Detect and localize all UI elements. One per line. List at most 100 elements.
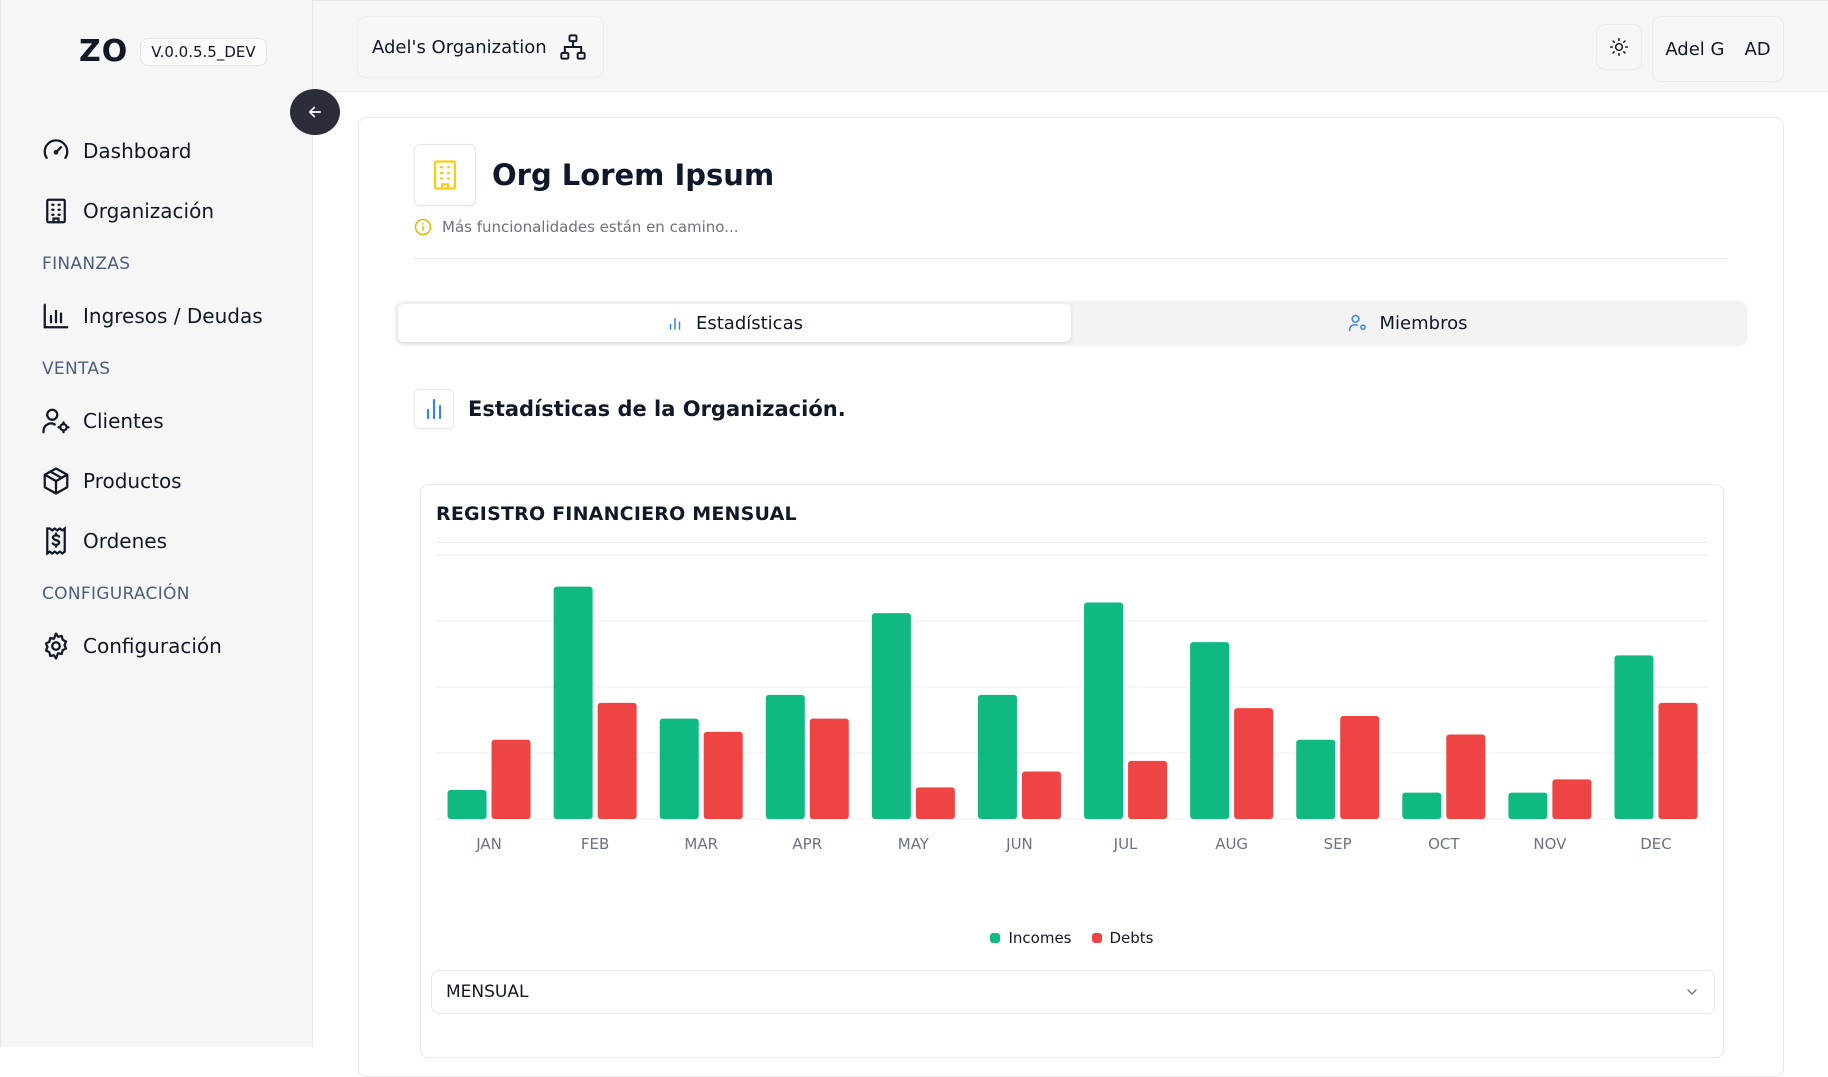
- sidebar-item-label: Productos: [83, 469, 182, 493]
- user-name: Adel G: [1665, 38, 1725, 60]
- x-tick-label: DEC: [1640, 835, 1672, 853]
- sidebar: ZO V.0.0.5.5_DEV Dashboard Organización …: [0, 0, 313, 1047]
- bar-incomes-nov[interactable]: [1508, 792, 1548, 819]
- chevron-down-icon: [1687, 989, 1697, 995]
- org-header: Org Lorem Ipsum: [414, 144, 774, 206]
- x-tick-label: FEB: [581, 835, 609, 853]
- stats-icon-box: [414, 389, 454, 429]
- bar-debts-feb[interactable]: [597, 702, 637, 819]
- sidebar-item-label: Ordenes: [83, 529, 168, 553]
- x-tick-label: MAY: [898, 835, 930, 853]
- section-label-configuracion: CONFIGURACIÓN: [42, 584, 190, 604]
- bar-incomes-oct[interactable]: [1402, 792, 1442, 819]
- sidebar-item-organizacion[interactable]: Organización: [41, 196, 214, 226]
- gear-icon: [44, 632, 68, 660]
- sidebar-item-ingresos-deudas[interactable]: Ingresos / Deudas: [41, 301, 263, 331]
- page-title: Org Lorem Ipsum: [492, 158, 775, 192]
- tab-miembros[interactable]: Miembros: [1071, 304, 1744, 342]
- sun-icon: [1609, 37, 1629, 57]
- x-tick-label: MAR: [684, 835, 718, 853]
- period-select-value: MENSUAL: [446, 982, 529, 1002]
- main-card: Org Lorem Ipsum Más funcionalidades está…: [358, 117, 1784, 1077]
- period-select[interactable]: MENSUAL: [431, 970, 1715, 1014]
- bar-incomes-may[interactable]: [871, 613, 911, 819]
- sidebar-item-dashboard[interactable]: Dashboard: [41, 136, 192, 166]
- section-title: Estadísticas de la Organización.: [468, 397, 846, 421]
- organization-switcher[interactable]: Adel's Organization: [358, 17, 603, 77]
- sidebar-item-ordenes[interactable]: Ordenes: [41, 526, 167, 556]
- tab-estadisticas[interactable]: Estadísticas: [398, 304, 1071, 342]
- bar-debts-jan[interactable]: [491, 739, 531, 819]
- user-cog-icon: [1348, 314, 1366, 332]
- x-tick-label: NOV: [1533, 835, 1567, 853]
- building-icon: [46, 198, 66, 224]
- bar-incomes-jul[interactable]: [1084, 602, 1124, 819]
- legend-label: Incomes: [1008, 929, 1072, 947]
- bar-debts-nov[interactable]: [1552, 779, 1592, 819]
- gauge-icon: [43, 139, 69, 159]
- sidebar-item-label: Ingresos / Deudas: [83, 304, 263, 328]
- bar-debts-jul[interactable]: [1128, 760, 1168, 819]
- bar-debts-mar[interactable]: [703, 731, 743, 819]
- collapse-sidebar-button[interactable]: [290, 89, 340, 135]
- bar-incomes-jan[interactable]: [447, 789, 487, 819]
- org-hierarchy-icon: [559, 34, 586, 60]
- sidebar-item-clientes[interactable]: Clientes: [41, 406, 164, 436]
- bar-incomes-feb[interactable]: [553, 586, 593, 819]
- chart-legend: Incomes Debts: [421, 929, 1723, 947]
- theme-toggle-button[interactable]: [1597, 25, 1641, 69]
- bar-chart-icon: [669, 317, 681, 330]
- bar-incomes-mar[interactable]: [659, 718, 699, 819]
- bar-incomes-jun[interactable]: [977, 694, 1017, 819]
- info-note-text: Más funcionalidades están en camino...: [442, 218, 739, 236]
- bar-debts-dec[interactable]: [1658, 702, 1698, 819]
- user-menu[interactable]: Adel G AD: [1653, 17, 1783, 81]
- bar-debts-apr[interactable]: [809, 718, 849, 819]
- bar-incomes-apr[interactable]: [765, 694, 805, 819]
- sidebar-item-label: Organización: [83, 199, 215, 223]
- bar-debts-aug[interactable]: [1234, 708, 1274, 819]
- sidebar-item-label: Dashboard: [83, 139, 192, 163]
- legend-item-debts[interactable]: Debts: [1091, 929, 1154, 947]
- bar-debts-oct[interactable]: [1446, 734, 1486, 819]
- legend-label: Debts: [1109, 929, 1154, 947]
- x-tick-label: JAN: [475, 835, 502, 853]
- sidebar-item-productos[interactable]: Productos: [41, 466, 182, 496]
- sidebar-item-label: Configuración: [83, 634, 222, 658]
- bar-incomes-dec[interactable]: [1614, 655, 1654, 819]
- tab-label: Miembros: [1379, 312, 1468, 334]
- bar-chart: JAN FEB MAR APR MAY JUN JUL AUG SEP OCT NOV DEC: [436, 554, 1709, 853]
- receipt-icon: [46, 526, 66, 556]
- user-cog-icon: [42, 408, 70, 434]
- legend-item-incomes[interactable]: Incomes: [990, 929, 1072, 947]
- chart-card: REGISTRO FINANCIERO MENSUAL JAN FEB MAR APR…: [420, 484, 1724, 1058]
- divider: [414, 258, 1728, 259]
- x-tick-label: JUN: [1005, 835, 1033, 853]
- building-icon: [433, 160, 457, 190]
- bar-incomes-aug[interactable]: [1190, 642, 1230, 819]
- bar-debts-sep[interactable]: [1340, 716, 1380, 819]
- section-label-ventas: VENTAS: [42, 359, 111, 379]
- bar-debts-jun[interactable]: [1021, 771, 1061, 819]
- x-tick-label: OCT: [1428, 835, 1460, 853]
- version-badge: V.0.0.5.5_DEV: [140, 37, 267, 66]
- organization-name: Adel's Organization: [372, 36, 547, 58]
- stats-header: Estadísticas de la Organización.: [414, 389, 846, 429]
- bar-chart-icon: [43, 303, 69, 329]
- section-label-finanzas: FINANZAS: [42, 254, 131, 274]
- x-tick-label: SEP: [1324, 835, 1352, 853]
- avatar: AD: [1744, 38, 1771, 60]
- chart-title: REGISTRO FINANCIERO MENSUAL: [436, 503, 797, 525]
- brand: ZO V.0.0.5.5_DEV: [79, 34, 267, 69]
- package-icon: [43, 467, 69, 495]
- sidebar-item-label: Clientes: [83, 409, 164, 433]
- bar-incomes-sep[interactable]: [1296, 739, 1336, 819]
- legend-swatch: [1091, 933, 1102, 943]
- info-icon: [414, 218, 432, 236]
- chart-divider: [436, 542, 1708, 543]
- sidebar-item-configuracion[interactable]: Configuración: [41, 631, 222, 661]
- org-icon-box: [414, 144, 476, 206]
- brand-logo: ZO: [79, 34, 129, 69]
- x-tick-label: JUL: [1113, 835, 1138, 853]
- bar-debts-may[interactable]: [915, 787, 955, 819]
